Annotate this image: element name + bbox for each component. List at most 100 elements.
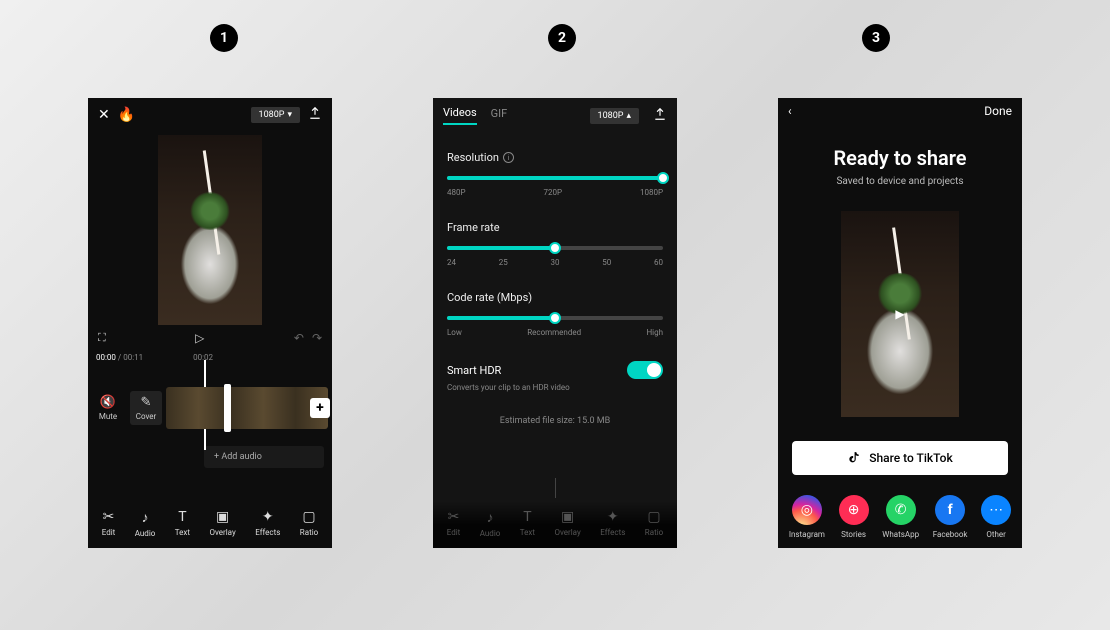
hdr-toggle[interactable]	[627, 361, 663, 379]
share-other[interactable]: ⋯ Other	[981, 495, 1011, 539]
tool-ratio-label: Ratio	[300, 528, 318, 537]
undo-icon[interactable]: ↶	[294, 331, 304, 345]
share-facebook[interactable]: f Facebook	[933, 495, 968, 539]
tool-text[interactable]: TText	[175, 509, 190, 538]
text-icon: T	[520, 509, 535, 525]
facebook-label: Facebook	[933, 530, 968, 539]
done-button[interactable]: Done	[984, 104, 1012, 118]
chevron-down-icon: ▾	[287, 110, 292, 120]
hdr-group: Smart HDR Converts your clip to an HDR v…	[447, 361, 663, 392]
res-tick-720: 720P	[543, 188, 562, 197]
add-audio-button[interactable]: + Add audio	[204, 446, 324, 468]
scissors-icon: ✂	[102, 509, 116, 525]
export-icon[interactable]	[308, 106, 322, 123]
coderate-low: Low	[447, 328, 462, 337]
resolution-dropdown[interactable]: 1080P ▴	[590, 108, 639, 124]
res-tick-1080: 1080P	[640, 188, 663, 197]
share-whatsapp[interactable]: ✆ WhatsApp	[882, 495, 919, 539]
step-badge-2: 2	[548, 24, 576, 52]
tool-audio-dim: ♪Audio	[480, 509, 501, 538]
text-icon: T	[175, 509, 190, 525]
fps-tick-25: 25	[499, 258, 508, 267]
export-icon[interactable]	[653, 107, 667, 124]
tool-edit-label: Edit	[102, 528, 116, 537]
cover-label: Cover	[136, 412, 157, 421]
share-screen: ‹ Done Ready to share Saved to device an…	[778, 98, 1022, 548]
tool-text-dim: TText	[520, 509, 535, 538]
framerate-slider[interactable]	[447, 246, 663, 250]
close-icon[interactable]: ✕	[98, 107, 110, 123]
tool-ratio[interactable]: ▢ Ratio	[300, 509, 318, 538]
resolution-value: 1080P	[598, 111, 624, 121]
mute-button[interactable]: 🔇 Mute	[92, 395, 124, 421]
facebook-icon: f	[935, 495, 965, 525]
video-preview[interactable]	[158, 135, 262, 325]
overlay-icon: ▣	[554, 509, 580, 525]
editor-bottom-bar-dim: ✂Edit ♪Audio TText ▣Overlay ✦Effects ▢Ra…	[433, 501, 677, 548]
redo-icon[interactable]: ↷	[312, 331, 322, 345]
add-audio-label: + Add audio	[214, 452, 262, 462]
add-clip-button[interactable]: +	[310, 398, 330, 418]
share-targets: ◎ Instagram ⊕ Stories ✆ WhatsApp f Faceb…	[778, 495, 1022, 539]
effects-icon: ✦	[255, 509, 280, 525]
mute-icon: 🔇	[92, 395, 124, 410]
resolution-dropdown[interactable]: 1080P ▾	[251, 107, 300, 123]
ratio-icon: ▢	[300, 509, 318, 525]
export-topbar: Videos GIF 1080P ▴	[433, 98, 677, 133]
chevron-up-icon: ▴	[626, 111, 631, 121]
music-note-icon: ♪	[480, 509, 501, 526]
music-note-icon: ♪	[135, 509, 156, 526]
video-thumbnail[interactable]	[841, 211, 959, 417]
flame-icon[interactable]: 🔥	[118, 107, 135, 123]
fps-tick-60: 60	[654, 258, 663, 267]
whatsapp-label: WhatsApp	[882, 530, 919, 539]
back-icon[interactable]: ‹	[788, 104, 792, 118]
share-tiktok-button[interactable]: Share to TikTok	[792, 441, 1008, 475]
share-instagram[interactable]: ◎ Instagram	[789, 495, 825, 539]
clip-handle[interactable]	[224, 384, 231, 432]
scissors-icon: ✂	[447, 509, 461, 525]
tool-audio[interactable]: ♪ Audio	[135, 509, 156, 538]
stories-label: Stories	[841, 530, 866, 539]
editor-topbar: ✕ 🔥 1080P ▾	[88, 98, 332, 131]
cover-icon: ✎	[132, 395, 160, 410]
play-button[interactable]: ▷	[114, 331, 286, 345]
info-icon[interactable]: i	[503, 152, 514, 163]
cover-button[interactable]: ✎ Cover	[130, 391, 162, 425]
timeline-track[interactable]: 🔇 Mute ✎ Cover +	[88, 378, 332, 438]
tool-audio-label: Audio	[135, 529, 156, 538]
tab-gif[interactable]: GIF	[491, 107, 508, 124]
tab-videos[interactable]: Videos	[443, 106, 477, 125]
other-label: Other	[986, 530, 1005, 539]
editor-bottom-bar: ✂ Edit ♪ Audio TText ▣Overlay ✦Effects ▢ Ra…	[88, 501, 332, 548]
overlay-icon: ▣	[209, 509, 235, 525]
tool-edit[interactable]: ✂ Edit	[102, 509, 116, 538]
total-time: 00:11	[123, 353, 143, 362]
resolution-label: Resolution	[447, 151, 499, 164]
share-stories[interactable]: ⊕ Stories	[839, 495, 869, 539]
playback-controls: ⛶ ▷ ↶ ↷	[88, 325, 332, 351]
res-tick-480: 480P	[447, 188, 466, 197]
instagram-icon: ◎	[792, 495, 822, 525]
coderate-slider[interactable]	[447, 316, 663, 320]
whatsapp-icon: ✆	[886, 495, 916, 525]
step-badge-1: 1	[210, 24, 238, 52]
file-size-estimate: Estimated file size: 15.0 MB	[447, 416, 663, 426]
share-tiktok-label: Share to TikTok	[869, 451, 953, 465]
fullscreen-icon[interactable]: ⛶	[98, 331, 106, 345]
video-clip[interactable]: +	[166, 387, 328, 429]
share-title: Ready to share	[778, 146, 1022, 170]
resolution-group: Resolution i 480P 720P 1080P	[447, 151, 663, 197]
tool-effects-dim: ✦Effects	[600, 509, 625, 538]
coderate-group: Code rate (Mbps) Low Recommended High	[447, 291, 663, 337]
tool-overlay[interactable]: ▣Overlay	[209, 509, 235, 538]
framerate-group: Frame rate 24 25 30 50 60	[447, 221, 663, 267]
tool-effects[interactable]: ✦Effects	[255, 509, 280, 538]
share-topbar: ‹ Done	[778, 98, 1022, 124]
resolution-slider[interactable]	[447, 176, 663, 180]
current-time: 00:00	[96, 353, 116, 362]
fps-tick-50: 50	[602, 258, 611, 267]
mute-label: Mute	[99, 412, 117, 421]
time-ruler: 00:00 / 00:11 00:02	[88, 351, 332, 364]
framerate-label: Frame rate	[447, 221, 500, 234]
